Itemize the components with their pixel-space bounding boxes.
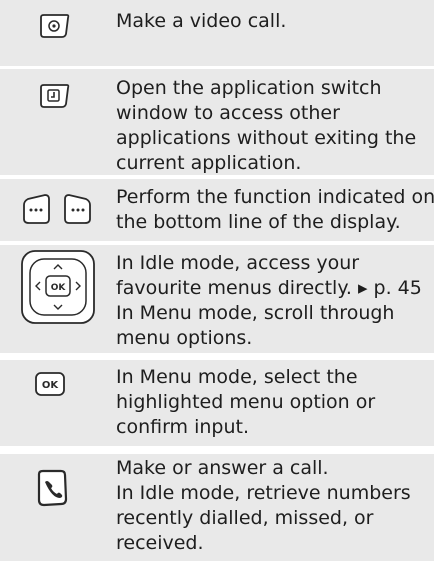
ok-key-icon: OK [34, 371, 66, 397]
key-icon-cell: OK [0, 360, 106, 446]
description-line: recently dialled, missed, or [116, 507, 374, 529]
description-line: window to access other [116, 102, 340, 124]
description-line: applications without exiting the [116, 127, 417, 149]
description-line: received. [116, 532, 204, 554]
key-row-soft-keys: Perform the function indicated on the bo… [0, 179, 434, 241]
key-description: Make a video call. [116, 9, 420, 34]
dial-key-icon [34, 469, 70, 507]
description-line: In Idle mode, access your [116, 252, 360, 274]
description-line: favourite menus directly. ▸ p. 45 [116, 277, 422, 299]
key-row-dial: Make or answer a call. In Idle mode, ret… [0, 454, 434, 561]
description-line: menu options. [116, 327, 253, 349]
key-icon-cell [0, 454, 106, 561]
description-line: In Menu mode, select the [116, 366, 358, 388]
key-row-application-switch: Open the application switch window to ac… [0, 69, 434, 175]
key-row-navigation: OK In Idle mode, access your favourite m… [0, 245, 434, 353]
key-icon-cell [0, 179, 106, 241]
description-line: In Idle mode, retrieve numbers [116, 482, 411, 504]
key-description: Perform the function indicated on the bo… [116, 185, 434, 235]
key-icon-cell: OK [0, 245, 106, 353]
description-line: Perform the function indicated on [116, 186, 434, 208]
key-row-ok: OK In Menu mode, select the highlighted … [0, 360, 434, 446]
description-line: Make a video call. [116, 10, 287, 32]
description-line: confirm input. [116, 416, 250, 438]
description-line: Open the application switch [116, 77, 382, 99]
navigation-keys-icon: OK [20, 249, 96, 325]
key-description: In Idle mode, access your favourite menu… [116, 251, 422, 351]
ok-key-label: OK [42, 380, 60, 391]
description-line: Make or answer a call. [116, 457, 329, 479]
key-description: Make or answer a call. In Idle mode, ret… [116, 456, 420, 556]
key-description: Open the application switch window to ac… [116, 76, 420, 176]
application-switch-key-icon [37, 83, 71, 109]
soft-keys-icon [20, 194, 94, 226]
key-description: In Menu mode, select the highlighted men… [116, 365, 420, 440]
video-call-key-icon [37, 13, 71, 39]
key-row-video-call: Make a video call. [0, 0, 434, 66]
key-icon-cell [0, 69, 106, 175]
description-line: current application. [116, 152, 302, 174]
ok-label: OK [51, 283, 67, 293]
key-icon-cell [0, 0, 106, 66]
description-line: the bottom line of the display. [116, 211, 401, 233]
description-line: highlighted menu option or [116, 391, 376, 413]
description-line: In Menu mode, scroll through [116, 302, 395, 324]
